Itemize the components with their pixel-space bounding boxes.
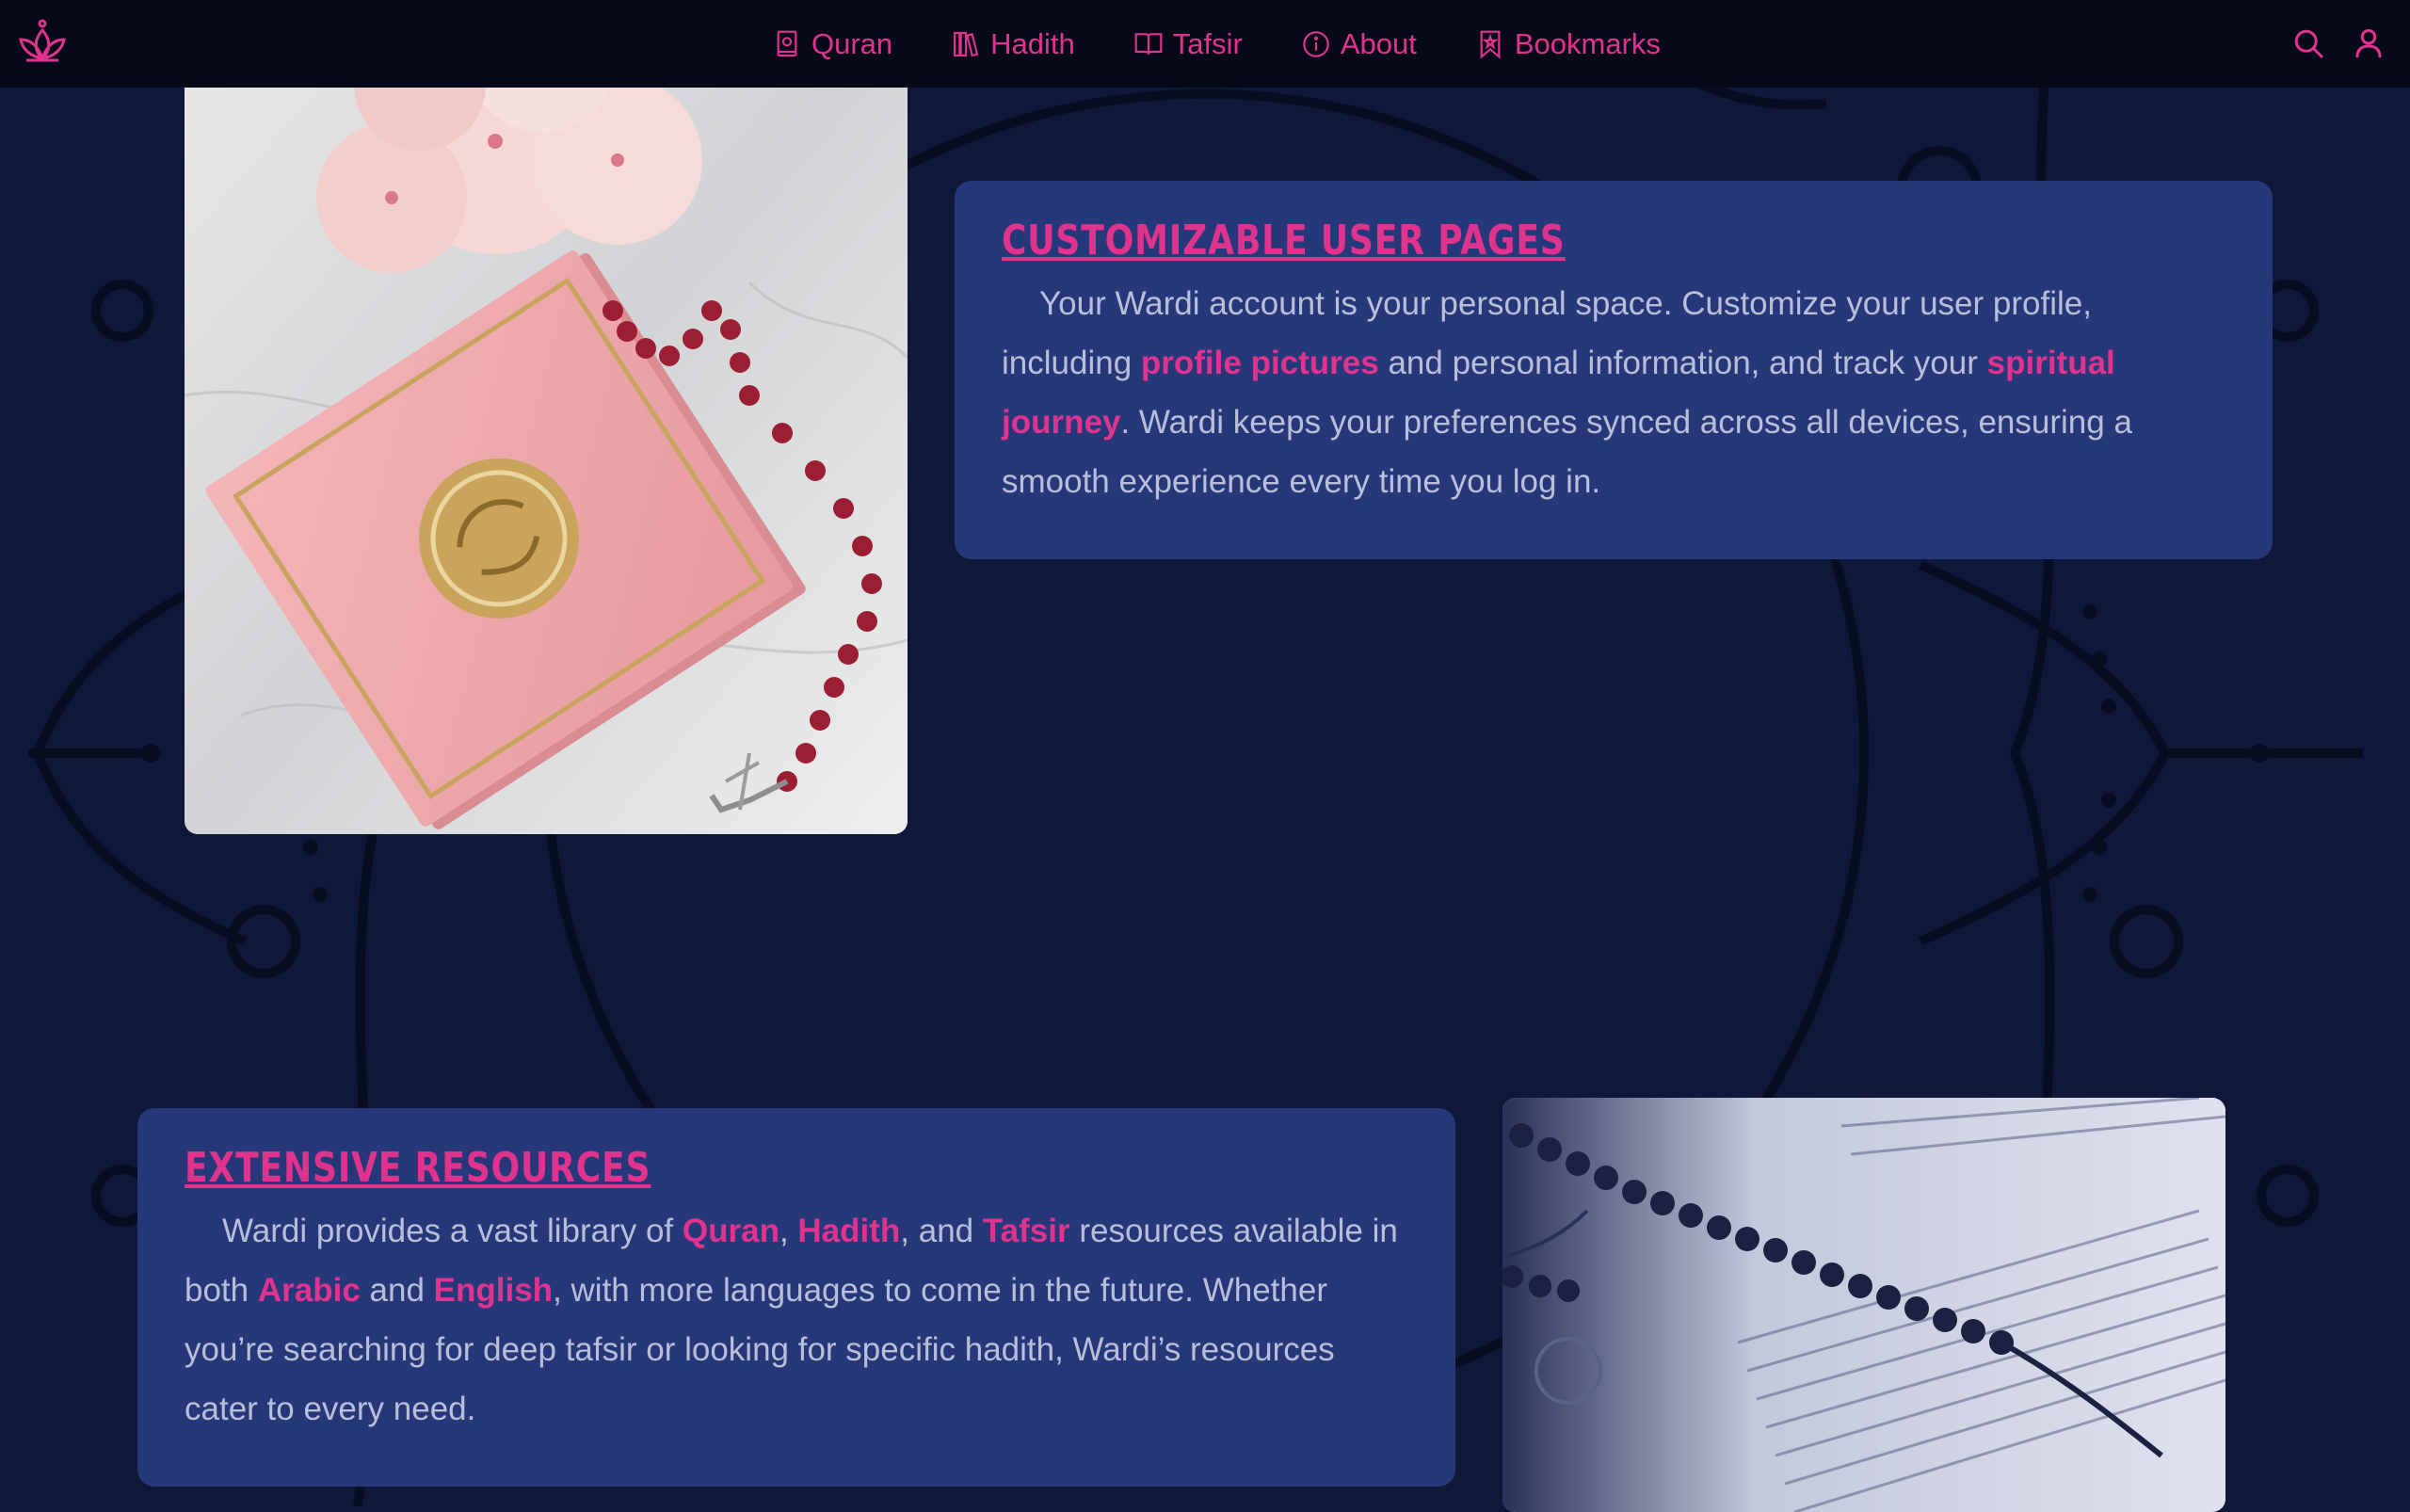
lotus-logo-icon <box>19 19 66 62</box>
section-title: Extensive Resources <box>185 1144 651 1192</box>
open-quran-photo <box>1502 1098 2225 1512</box>
section-body: Wardi provides a vast library of Quran , … <box>185 1201 1408 1439</box>
nav-item-bookmarks[interactable]: Bookmarks <box>1475 27 1661 61</box>
highlight-profile-pictures: profile pictures <box>1140 345 1379 381</box>
feature-card-user-pages: Customizable User Pages Your Wardi accou… <box>955 181 2273 559</box>
nav-item-hadith[interactable]: Hadith <box>951 27 1075 61</box>
nav-item-label: Tafsir <box>1172 26 1243 60</box>
user-icon[interactable] <box>2352 26 2386 60</box>
nav-item-tafsir[interactable]: Tafsir <box>1133 27 1243 61</box>
highlight-tafsir: Tafsir <box>982 1213 1070 1249</box>
nav-actions <box>2265 26 2386 60</box>
quran-icon <box>777 30 797 56</box>
search-icon[interactable] <box>2291 26 2325 60</box>
bookmark-icon <box>1480 30 1501 59</box>
wardi-logo[interactable] <box>17 17 68 68</box>
section-title: Customizable User Pages <box>1002 217 1566 265</box>
body-text: , <box>779 1213 798 1249</box>
main-nav: Quran Hadith Tafsir About Bookmarks <box>772 0 1719 88</box>
highlight-english: English <box>433 1272 554 1309</box>
nav-item-label: About <box>1340 26 1417 60</box>
body-text: . Wardi keeps your preferences synced ac… <box>1002 404 2132 500</box>
body-text: and <box>360 1272 434 1309</box>
feature-card-resources: Extensive Resources Wardi provides a vas… <box>137 1108 1455 1487</box>
nav-item-label: Hadith <box>990 26 1075 60</box>
open-book-icon <box>1134 32 1163 55</box>
nav-item-label: Quran <box>811 26 893 60</box>
books-icon <box>954 31 979 56</box>
nav-item-about[interactable]: About <box>1301 27 1417 61</box>
highlight-arabic: Arabic <box>257 1272 361 1309</box>
top-navbar: Quran Hadith Tafsir About Bookmarks <box>0 0 2410 88</box>
pink-quran-photo <box>185 0 908 834</box>
body-text: , and <box>900 1213 983 1249</box>
body-text: and personal information, and track your <box>1378 345 1987 381</box>
highlight-quran: Quran <box>682 1213 779 1249</box>
nav-item-label: Bookmarks <box>1514 26 1661 60</box>
info-icon <box>1303 30 1329 57</box>
section-body: Your Wardi account is your personal spac… <box>1002 274 2225 511</box>
highlight-hadith: Hadith <box>797 1213 901 1249</box>
nav-item-quran[interactable]: Quran <box>772 27 892 61</box>
body-text: Wardi provides a vast library of <box>222 1213 683 1249</box>
